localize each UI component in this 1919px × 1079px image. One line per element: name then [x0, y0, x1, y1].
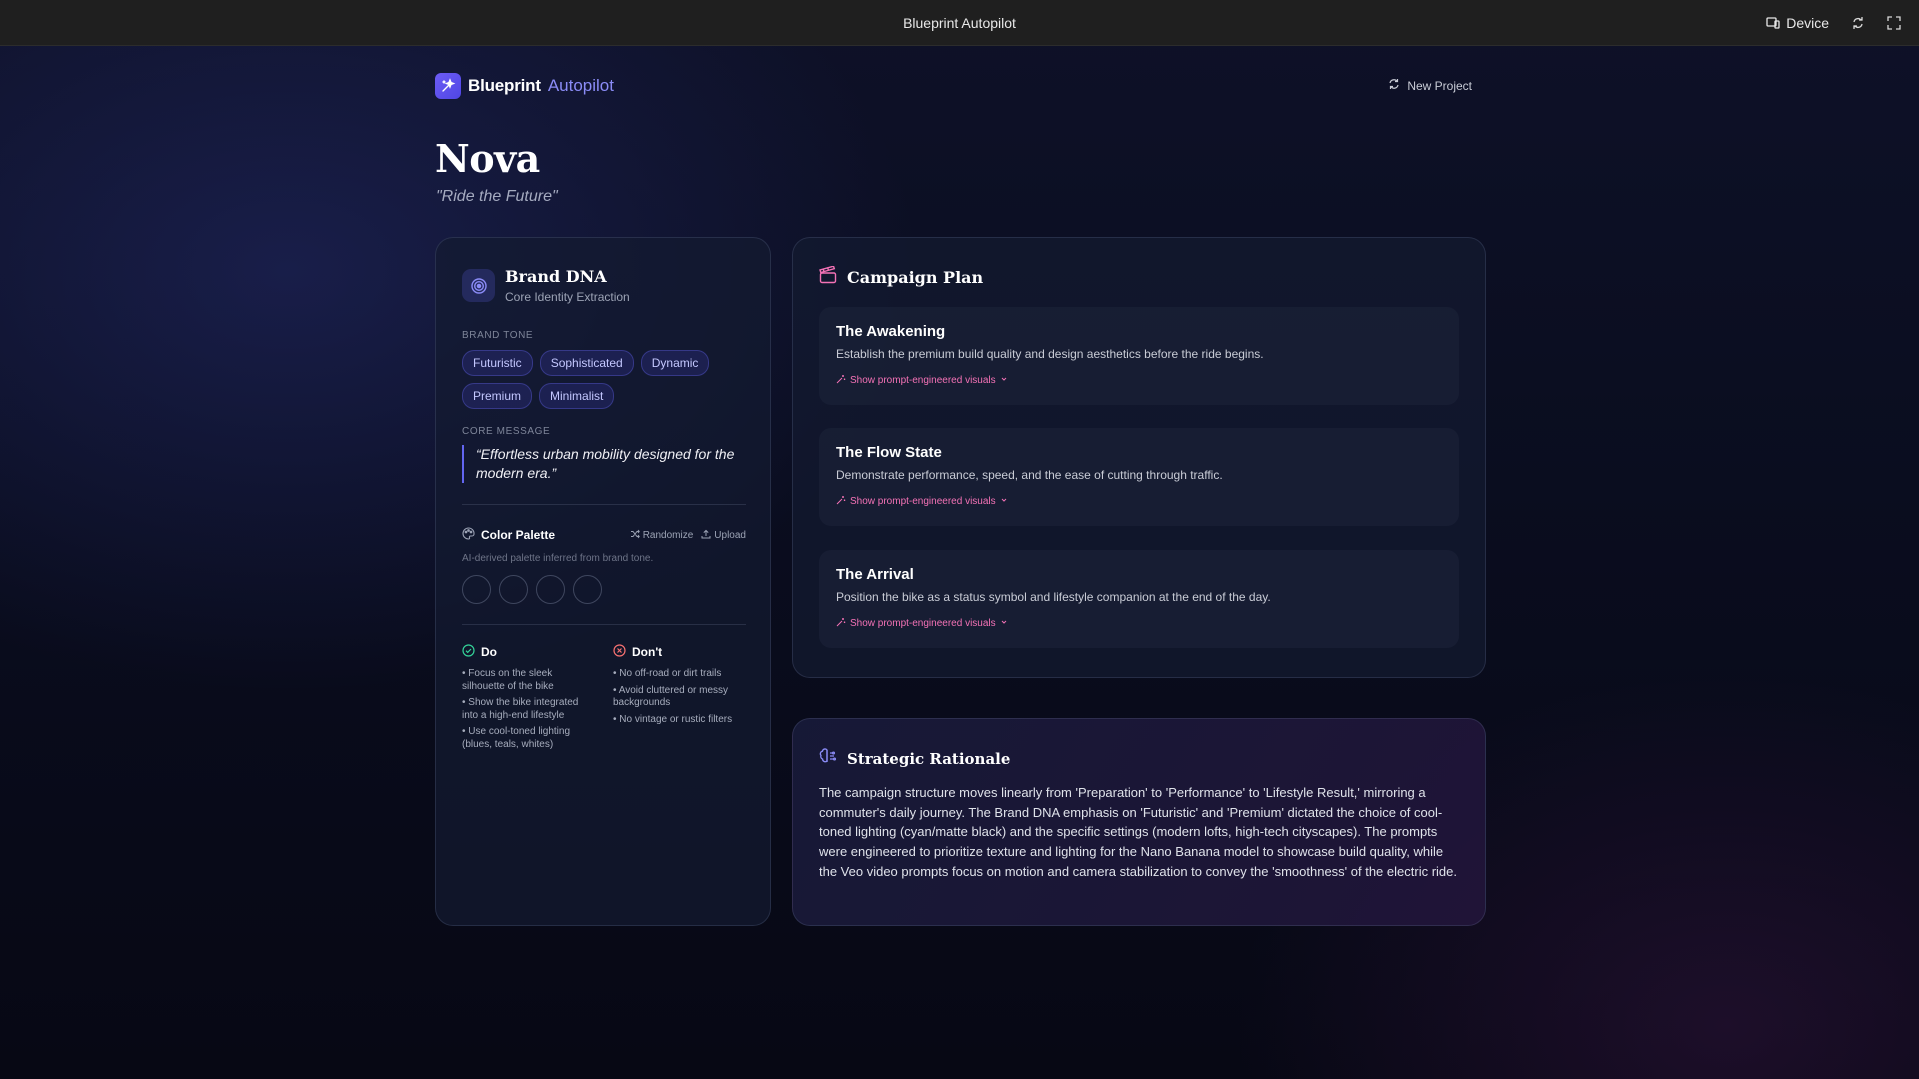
brand-dna-subtitle: Core Identity Extraction — [505, 290, 630, 304]
device-button[interactable]: Device — [1766, 15, 1829, 31]
tone-tag: Dynamic — [640, 350, 710, 376]
dont-heading: Don't — [613, 644, 743, 660]
strategic-rationale-body: The campaign structure moves linearly fr… — [819, 785, 1457, 879]
dont-item: • No off-road or dirt trails — [613, 668, 722, 679]
randomize-label: Randomize — [642, 529, 694, 541]
palette-hint: AI-derived palette inferred from brand t… — [462, 553, 654, 564]
chevron-down-icon — [1000, 496, 1008, 507]
new-project-label: New Project — [1407, 78, 1472, 93]
brand-dna-card: Brand DNA Core Identity Extraction BRAND… — [435, 237, 771, 926]
color-palette-header: Color Palette Randomize Upload — [462, 527, 746, 543]
dont-item: • Avoid cluttered or messy backgrounds — [613, 684, 729, 709]
do-item: • Show the bike integrated into a high-e… — [462, 697, 579, 721]
upload-icon — [701, 529, 711, 542]
campaign-plan-card: Campaign Plan The Awakening Establish th… — [792, 237, 1486, 678]
do-heading: Do — [462, 644, 592, 660]
color-palette-title-text: Color Palette — [481, 528, 556, 542]
window-titlebar: Blueprint Autopilot Device — [0, 0, 1919, 46]
campaign-phase: The Arrival Position the bike as a statu… — [819, 550, 1459, 648]
campaign-phase: The Awakening Establish the premium buil… — [819, 307, 1459, 405]
brain-icon — [819, 747, 837, 770]
phase-title: The Arrival — [836, 566, 914, 583]
randomize-button[interactable]: Randomize — [630, 529, 694, 542]
phase-description: Demonstrate performance, speed, and the … — [836, 468, 1223, 482]
refresh-icon[interactable] — [1851, 16, 1865, 30]
dont-title: Don't — [632, 645, 663, 659]
shuffle-icon — [630, 529, 640, 542]
chevron-down-icon — [1000, 375, 1008, 386]
do-list: Do • Focus on the sleek silhouette of th… — [462, 644, 592, 755]
clapperboard-icon — [819, 265, 837, 289]
campaign-plan-title: Campaign Plan — [847, 268, 984, 287]
strategic-rationale-header: Strategic Rationale — [819, 747, 1010, 770]
tone-tag: Premium — [462, 383, 533, 409]
new-project-button[interactable]: New Project — [1388, 78, 1472, 93]
show-visuals-link[interactable]: Show prompt-engineered visuals — [836, 374, 1442, 387]
campaign-plan-header: Campaign Plan — [819, 265, 984, 289]
fullscreen-icon[interactable] — [1887, 16, 1901, 30]
refresh-icon — [1388, 78, 1400, 93]
do-item: • Use cool-toned lighting (blues, teals,… — [462, 726, 571, 750]
show-visuals-label: Show prompt-engineered visuals — [850, 375, 996, 386]
wand-icon — [836, 495, 846, 508]
show-visuals-label: Show prompt-engineered visuals — [850, 618, 996, 629]
core-message-label: CORE MESSAGE — [462, 426, 551, 437]
device-label: Device — [1786, 15, 1829, 31]
phase-title: The Flow State — [836, 444, 942, 461]
tone-tag: Minimalist — [539, 383, 615, 409]
brand-tagline: "Ride the Future" — [436, 188, 558, 205]
strategic-rationale-card: Strategic Rationale The campaign structu… — [792, 718, 1486, 926]
brand-tone-tags: Futuristic Sophisticated Dynamic Premium… — [462, 350, 752, 409]
chevron-down-icon — [1000, 618, 1008, 629]
divider — [462, 624, 746, 625]
logo-main-text: Blueprint — [468, 76, 541, 95]
logo-accent-text: Autopilot — [547, 76, 614, 95]
dont-item: • No vintage or rustic filters — [613, 713, 733, 725]
tone-tag: Sophisticated — [539, 350, 634, 376]
dont-list: Don't • No off-road or dirt trails • Avo… — [613, 644, 743, 730]
campaign-phase: The Flow State Demonstrate performance, … — [819, 428, 1459, 526]
show-visuals-label: Show prompt-engineered visuals — [850, 496, 996, 507]
brand-tone-label: BRAND TONE — [462, 330, 534, 341]
wand-icon — [836, 374, 846, 387]
brand-dna-title: Brand DNA — [505, 267, 607, 286]
brand-name: Nova — [435, 136, 540, 181]
window-title: Blueprint Autopilot — [903, 14, 1016, 31]
target-icon — [462, 269, 495, 302]
window-controls: Device — [1766, 0, 1901, 46]
sparkle-icon — [435, 73, 461, 99]
divider — [462, 504, 746, 505]
color-palette-title: Color Palette — [462, 527, 555, 543]
do-title: Do — [481, 645, 497, 659]
palette-icon — [462, 527, 475, 543]
x-circle-icon — [613, 644, 626, 660]
phase-description: Position the bike as a status symbol and… — [836, 590, 1271, 604]
wand-icon — [836, 617, 846, 630]
show-visuals-link[interactable]: Show prompt-engineered visuals — [836, 617, 1442, 630]
core-message: “Effortless urban mobility designed for … — [462, 445, 747, 483]
check-circle-icon — [462, 644, 475, 660]
tone-tag: Futuristic — [462, 350, 533, 376]
color-swatch[interactable] — [536, 575, 565, 604]
show-visuals-link[interactable]: Show prompt-engineered visuals — [836, 495, 1442, 508]
palette-actions: Randomize Upload — [630, 529, 746, 542]
phase-description: Establish the premium build quality and … — [836, 347, 1264, 361]
device-icon — [1766, 16, 1780, 30]
app-logo[interactable]: Blueprint Autopilot — [435, 73, 614, 99]
upload-label: Upload — [714, 529, 746, 541]
color-swatch[interactable] — [499, 575, 528, 604]
strategic-rationale-title: Strategic Rationale — [847, 749, 1011, 768]
phase-title: The Awakening — [836, 323, 946, 340]
brand-dna-header: Brand DNA Core Identity Extraction — [462, 267, 630, 304]
color-swatch[interactable] — [573, 575, 602, 604]
upload-button[interactable]: Upload — [701, 529, 746, 542]
color-swatch[interactable] — [462, 575, 491, 604]
do-item: • Focus on the sleek silhouette of the b… — [462, 668, 554, 692]
color-swatches — [462, 575, 602, 604]
